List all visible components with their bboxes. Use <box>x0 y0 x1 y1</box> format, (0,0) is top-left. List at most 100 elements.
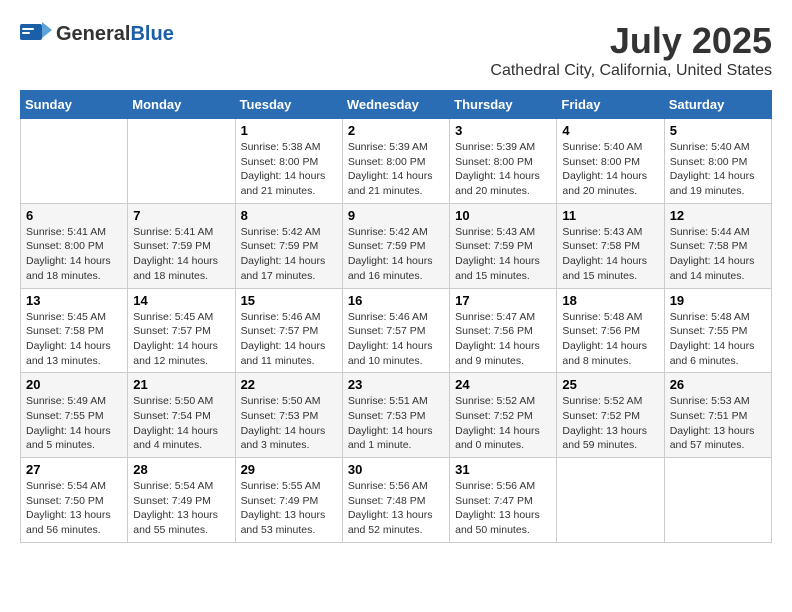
day-info: Sunrise: 5:44 AMSunset: 7:58 PMDaylight:… <box>670 225 766 284</box>
calendar-day-header: Thursday <box>450 91 557 119</box>
day-info: Sunrise: 5:51 AMSunset: 7:53 PMDaylight:… <box>348 394 444 453</box>
calendar-day-header: Friday <box>557 91 664 119</box>
day-number: 15 <box>241 293 337 308</box>
day-number: 16 <box>348 293 444 308</box>
calendar-day-cell: 22Sunrise: 5:50 AMSunset: 7:53 PMDayligh… <box>235 373 342 458</box>
calendar-table: SundayMondayTuesdayWednesdayThursdayFrid… <box>20 90 772 543</box>
calendar-week-row: 6Sunrise: 5:41 AMSunset: 8:00 PMDaylight… <box>21 203 772 288</box>
day-info: Sunrise: 5:46 AMSunset: 7:57 PMDaylight:… <box>241 310 337 369</box>
day-number: 11 <box>562 208 658 223</box>
day-number: 6 <box>26 208 122 223</box>
calendar-day-cell: 26Sunrise: 5:53 AMSunset: 7:51 PMDayligh… <box>664 373 771 458</box>
calendar-day-cell: 10 Sunrise: 5:43 AMSunset: 7:59 PMDayligh… <box>450 203 557 288</box>
day-number: 13 <box>26 293 122 308</box>
day-info: Sunrise: 5:46 AMSunset: 7:57 PMDaylight:… <box>348 310 444 369</box>
day-info: Sunrise: 5:42 AMSunset: 7:59 PMDaylight:… <box>241 225 337 284</box>
calendar-week-row: 1 Sunrise: 5:38 AMSunset: 8:00 PMDaylight… <box>21 119 772 204</box>
calendar-day-cell <box>664 458 771 543</box>
day-number: 7 <box>133 208 229 223</box>
day-number: 4 <box>562 123 658 138</box>
day-info: Sunrise: 5:39 AMSunset: 8:00 PMDaylight:… <box>348 140 444 199</box>
day-info: Sunrise: 5:52 AMSunset: 7:52 PMDaylight:… <box>455 394 551 453</box>
calendar-day-cell: 25 Sunrise: 5:52 AMSunset: 7:52 PMDayligh… <box>557 373 664 458</box>
day-info: Sunrise: 5:48 AMSunset: 7:56 PMDaylight:… <box>562 310 658 369</box>
calendar-header-row: SundayMondayTuesdayWednesdayThursdayFrid… <box>21 91 772 119</box>
day-info: Sunrise: 5:41 AMSunset: 7:59 PMDaylight:… <box>133 225 229 284</box>
day-number: 3 <box>455 123 551 138</box>
day-number: 25 <box>562 377 658 392</box>
day-number: 9 <box>348 208 444 223</box>
day-number: 2 <box>348 123 444 138</box>
day-number: 23 <box>348 377 444 392</box>
calendar-day-cell: 7 Sunrise: 5:41 AMSunset: 7:59 PMDaylight… <box>128 203 235 288</box>
day-number: 5 <box>670 123 766 138</box>
day-info: Sunrise: 5:53 AMSunset: 7:51 PMDaylight:… <box>670 394 766 453</box>
calendar-day-cell: 17Sunrise: 5:47 AMSunset: 7:56 PMDayligh… <box>450 288 557 373</box>
calendar-day-cell: 19Sunrise: 5:48 AMSunset: 7:55 PMDayligh… <box>664 288 771 373</box>
calendar-day-cell: 8Sunrise: 5:42 AMSunset: 7:59 PMDaylight… <box>235 203 342 288</box>
calendar-day-cell: 11 Sunrise: 5:43 AMSunset: 7:58 PMDayligh… <box>557 203 664 288</box>
day-info: Sunrise: 5:40 AMSunset: 8:00 PMDaylight:… <box>670 140 766 199</box>
day-number: 30 <box>348 462 444 477</box>
day-info: Sunrise: 5:54 AMSunset: 7:50 PMDaylight:… <box>26 479 122 538</box>
day-number: 22 <box>241 377 337 392</box>
calendar-day-cell: 14 Sunrise: 5:45 AMSunset: 7:57 PMDayligh… <box>128 288 235 373</box>
day-info: Sunrise: 5:52 AMSunset: 7:52 PMDaylight:… <box>562 394 658 453</box>
day-number: 14 <box>133 293 229 308</box>
location: Cathedral City, California, United State… <box>490 62 772 80</box>
day-info: Sunrise: 5:56 AMSunset: 7:48 PMDaylight:… <box>348 479 444 538</box>
calendar-day-cell: 18 Sunrise: 5:48 AMSunset: 7:56 PMDayligh… <box>557 288 664 373</box>
calendar-day-cell: 24 Sunrise: 5:52 AMSunset: 7:52 PMDayligh… <box>450 373 557 458</box>
day-info: Sunrise: 5:42 AMSunset: 7:59 PMDaylight:… <box>348 225 444 284</box>
page-header: GeneralBlue July 2025 Cathedral City, Ca… <box>20 20 772 80</box>
calendar-day-cell: 15 Sunrise: 5:46 AMSunset: 7:57 PMDayligh… <box>235 288 342 373</box>
calendar-day-cell <box>128 119 235 204</box>
calendar-day-cell: 9 Sunrise: 5:42 AMSunset: 7:59 PMDaylight… <box>342 203 449 288</box>
day-info: Sunrise: 5:49 AMSunset: 7:55 PMDaylight:… <box>26 394 122 453</box>
day-number: 31 <box>455 462 551 477</box>
calendar-day-cell: 30 Sunrise: 5:56 AMSunset: 7:48 PMDayligh… <box>342 458 449 543</box>
day-number: 1 <box>241 123 337 138</box>
calendar-day-cell: 5 Sunrise: 5:40 AMSunset: 8:00 PMDaylight… <box>664 119 771 204</box>
calendar-day-cell: 16 Sunrise: 5:46 AMSunset: 7:57 PMDayligh… <box>342 288 449 373</box>
calendar-day-cell: 23 Sunrise: 5:51 AMSunset: 7:53 PMDayligh… <box>342 373 449 458</box>
day-info: Sunrise: 5:43 AMSunset: 7:58 PMDaylight:… <box>562 225 658 284</box>
month-year: July 2025 <box>490 20 772 62</box>
calendar-day-cell: 31Sunrise: 5:56 AMSunset: 7:47 PMDayligh… <box>450 458 557 543</box>
day-number: 12 <box>670 208 766 223</box>
calendar-day-header: Monday <box>128 91 235 119</box>
day-info: Sunrise: 5:38 AMSunset: 8:00 PMDaylight:… <box>241 140 337 199</box>
calendar-day-cell: 27Sunrise: 5:54 AMSunset: 7:50 PMDayligh… <box>21 458 128 543</box>
calendar-week-row: 20 Sunrise: 5:49 AMSunset: 7:55 PMDayligh… <box>21 373 772 458</box>
calendar-day-cell: 12 Sunrise: 5:44 AMSunset: 7:58 PMDayligh… <box>664 203 771 288</box>
calendar-day-cell: 3 Sunrise: 5:39 AMSunset: 8:00 PMDaylight… <box>450 119 557 204</box>
calendar-day-cell: 1 Sunrise: 5:38 AMSunset: 8:00 PMDaylight… <box>235 119 342 204</box>
day-number: 24 <box>455 377 551 392</box>
day-number: 20 <box>26 377 122 392</box>
calendar-week-row: 13 Sunrise: 5:45 AMSunset: 7:58 PMDayligh… <box>21 288 772 373</box>
calendar-day-cell <box>21 119 128 204</box>
calendar-day-header: Tuesday <box>235 91 342 119</box>
logo-text-blue: Blue <box>130 23 173 45</box>
calendar-day-cell: 4 Sunrise: 5:40 AMSunset: 8:00 PMDaylight… <box>557 119 664 204</box>
calendar-day-cell: 21 Sunrise: 5:50 AMSunset: 7:54 PMDayligh… <box>128 373 235 458</box>
title-section: July 2025 Cathedral City, California, Un… <box>490 20 772 80</box>
day-info: Sunrise: 5:47 AMSunset: 7:56 PMDaylight:… <box>455 310 551 369</box>
calendar-day-header: Saturday <box>664 91 771 119</box>
day-info: Sunrise: 5:39 AMSunset: 8:00 PMDaylight:… <box>455 140 551 199</box>
calendar-day-cell: 29Sunrise: 5:55 AMSunset: 7:49 PMDayligh… <box>235 458 342 543</box>
day-info: Sunrise: 5:45 AMSunset: 7:57 PMDaylight:… <box>133 310 229 369</box>
day-info: Sunrise: 5:45 AMSunset: 7:58 PMDaylight:… <box>26 310 122 369</box>
day-number: 21 <box>133 377 229 392</box>
calendar-day-header: Sunday <box>21 91 128 119</box>
day-number: 18 <box>562 293 658 308</box>
day-number: 10 <box>455 208 551 223</box>
day-info: Sunrise: 5:50 AMSunset: 7:54 PMDaylight:… <box>133 394 229 453</box>
day-info: Sunrise: 5:48 AMSunset: 7:55 PMDaylight:… <box>670 310 766 369</box>
day-info: Sunrise: 5:43 AMSunset: 7:59 PMDaylight:… <box>455 225 551 284</box>
day-info: Sunrise: 5:55 AMSunset: 7:49 PMDaylight:… <box>241 479 337 538</box>
logo-icon <box>20 20 52 48</box>
calendar-week-row: 27Sunrise: 5:54 AMSunset: 7:50 PMDayligh… <box>21 458 772 543</box>
day-info: Sunrise: 5:54 AMSunset: 7:49 PMDaylight:… <box>133 479 229 538</box>
day-info: Sunrise: 5:40 AMSunset: 8:00 PMDaylight:… <box>562 140 658 199</box>
